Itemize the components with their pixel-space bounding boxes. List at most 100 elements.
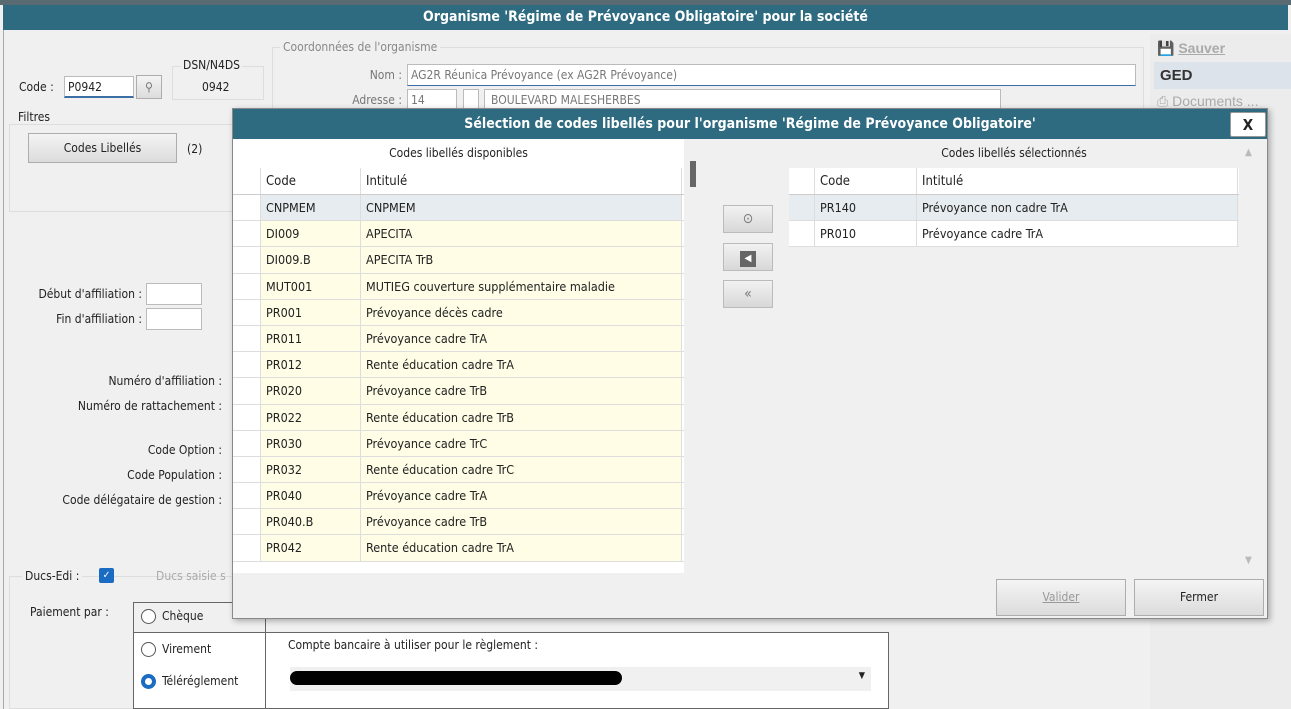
cell-intitule: Prévoyance cadre TrA xyxy=(917,221,1238,247)
chevron-down-icon: ▼ xyxy=(858,671,865,681)
table-row[interactable]: DI009 APECITA xyxy=(233,221,684,248)
table-row[interactable]: PR010 Prévoyance cadre TrA xyxy=(789,221,1239,248)
save-icon: 💾 xyxy=(1157,40,1175,56)
col-code[interactable]: Code xyxy=(261,168,361,194)
cell-intitule: Rente éducation cadre TrA xyxy=(361,352,682,378)
search-button[interactable]: ⚲ xyxy=(136,75,162,99)
row-selector[interactable] xyxy=(233,247,261,273)
cell-code: MUT001 xyxy=(261,273,361,299)
adresse-label: Adresse : xyxy=(352,93,402,107)
radio-label: Virement xyxy=(162,642,212,656)
cell-intitule: APECITA xyxy=(361,221,682,247)
cell-intitule: Prévoyance cadre TrC xyxy=(361,430,682,456)
table-row[interactable]: PR040.B Prévoyance cadre TrB xyxy=(233,509,684,536)
documents-label: Documents ... xyxy=(1172,93,1259,109)
table-row[interactable]: MUT001 MUTIEG couverture supplémentaire m… xyxy=(233,273,684,300)
valider-button[interactable]: Valider xyxy=(996,579,1126,616)
code-population-label: Code Population : xyxy=(127,468,222,482)
search-icon: ⚲ xyxy=(145,80,153,94)
remove-all-button[interactable]: « xyxy=(723,280,773,308)
table-row[interactable]: PR001 Prévoyance décès cadre xyxy=(233,299,684,326)
play-circle-icon: ⊙ xyxy=(742,211,754,227)
table-row[interactable]: PR030 Prévoyance cadre TrC xyxy=(233,430,684,457)
radio-cheque[interactable]: Chèque xyxy=(141,609,203,624)
row-selector[interactable] xyxy=(233,195,261,221)
fermer-button[interactable]: Fermer xyxy=(1134,579,1264,616)
row-selector[interactable] xyxy=(789,195,815,221)
ducs-edi-checkbox[interactable]: ✓ xyxy=(99,568,114,583)
codes-libelles-button[interactable]: Codes Libellés xyxy=(28,133,177,163)
table-row[interactable]: CNPMEM CNPMEM xyxy=(233,195,684,222)
cell-code: PR042 xyxy=(261,535,361,561)
cell-intitule: APECITA TrB xyxy=(361,247,682,273)
compte-label: Compte bancaire à utiliser pour le règle… xyxy=(288,638,539,652)
scroll-down-arrow[interactable]: ▼ xyxy=(1245,555,1252,566)
cell-intitule: Prévoyance cadre TrB xyxy=(361,378,682,404)
table-row[interactable]: PR012 Rente éducation cadre TrA xyxy=(233,352,684,379)
radio-circle xyxy=(141,609,156,624)
col-intitule[interactable]: Intitulé xyxy=(917,168,1238,194)
col-intitule[interactable]: Intitulé xyxy=(361,168,682,194)
scrollbar-thumb[interactable] xyxy=(690,161,696,187)
radio-telereglement[interactable]: Téléréglement xyxy=(141,674,238,689)
row-selector[interactable] xyxy=(233,325,261,352)
table-row[interactable]: PR140 Prévoyance non cadre TrA xyxy=(789,195,1239,222)
cell-code: PR032 xyxy=(261,456,361,483)
row-selector[interactable] xyxy=(233,378,261,404)
code-option-label: Code Option : xyxy=(147,443,222,457)
table-row[interactable]: DI009.B APECITA TrB xyxy=(233,247,684,274)
sidebar-item-sauver[interactable]: 💾 Sauver xyxy=(1157,40,1225,57)
close-button[interactable]: X xyxy=(1230,112,1266,137)
printer-icon: ⎙ xyxy=(1157,93,1169,109)
cell-code: PR040 xyxy=(261,483,361,509)
row-selector[interactable] xyxy=(233,483,261,509)
radio-virement[interactable]: Virement xyxy=(141,642,211,657)
row-selector[interactable] xyxy=(233,456,261,483)
debut-affiliation-input[interactable] xyxy=(146,283,202,305)
scroll-up-arrow[interactable]: ▲ xyxy=(1245,147,1252,158)
ducs-saisie-label: Ducs saisie s xyxy=(156,569,226,583)
radio-label: Chèque xyxy=(162,609,204,623)
redaction-mark xyxy=(290,671,622,685)
coordonnees-label: Coordonnées de l'organisme xyxy=(280,40,441,54)
sidebar-item-ged[interactable]: GED xyxy=(1154,62,1291,89)
available-title: Codes libellés disponibles xyxy=(389,146,528,160)
cell-code: PR010 xyxy=(815,221,917,247)
col-code[interactable]: Code xyxy=(815,168,917,194)
table-row[interactable]: PR032 Rente éducation cadre TrC xyxy=(233,456,684,484)
cell-code: PR011 xyxy=(261,325,361,352)
table-row[interactable]: PR042 Rente éducation cadre TrA xyxy=(233,535,684,562)
compte-select[interactable]: ▼ xyxy=(290,667,871,691)
table-row[interactable]: PR040 Prévoyance cadre TrA xyxy=(233,483,684,510)
row-selector[interactable] xyxy=(789,221,815,247)
table-row[interactable]: PR020 Prévoyance cadre TrB xyxy=(233,378,684,405)
available-panel: Codes libellés disponibles Code Intitulé… xyxy=(233,139,684,573)
num-affiliation-label: Numéro d'affiliation : xyxy=(108,374,222,388)
add-button[interactable]: ⊙ xyxy=(723,205,773,233)
row-selector[interactable] xyxy=(233,509,261,535)
row-selector-header xyxy=(789,168,815,194)
nom-label: Nom : xyxy=(369,68,402,82)
row-selector[interactable] xyxy=(233,535,261,561)
row-selector[interactable] xyxy=(233,221,261,247)
table-row[interactable]: PR022 Rente éducation cadre TrB xyxy=(233,404,684,431)
row-selector[interactable] xyxy=(233,299,261,325)
cell-code: DI009.B xyxy=(261,247,361,273)
cell-code: PR012 xyxy=(261,352,361,378)
code-input[interactable]: P0942 xyxy=(64,76,134,98)
row-selector[interactable] xyxy=(233,352,261,378)
row-selector[interactable] xyxy=(233,430,261,456)
dsn-value: 0942 xyxy=(202,80,230,94)
cell-intitule: Prévoyance cadre TrA xyxy=(361,325,682,352)
table-row[interactable]: PR011 Prévoyance cadre TrA xyxy=(233,325,684,353)
row-selector[interactable] xyxy=(233,404,261,430)
row-selector[interactable] xyxy=(233,273,261,299)
remove-button[interactable]: ◀ xyxy=(723,243,773,271)
codes-libelles-count: (2) xyxy=(187,142,203,156)
selected-grid-header: Code Intitulé xyxy=(789,168,1239,195)
arrow-left-icon: ◀ xyxy=(740,251,756,267)
fin-affiliation-input[interactable] xyxy=(146,308,202,330)
ducs-edi-label: Ducs-Edi : xyxy=(22,569,83,583)
dsn-label: DSN/N4DS xyxy=(181,58,242,72)
nom-input[interactable]: AG2R Réunica Prévoyance (ex AG2R Prévoya… xyxy=(407,64,1136,86)
